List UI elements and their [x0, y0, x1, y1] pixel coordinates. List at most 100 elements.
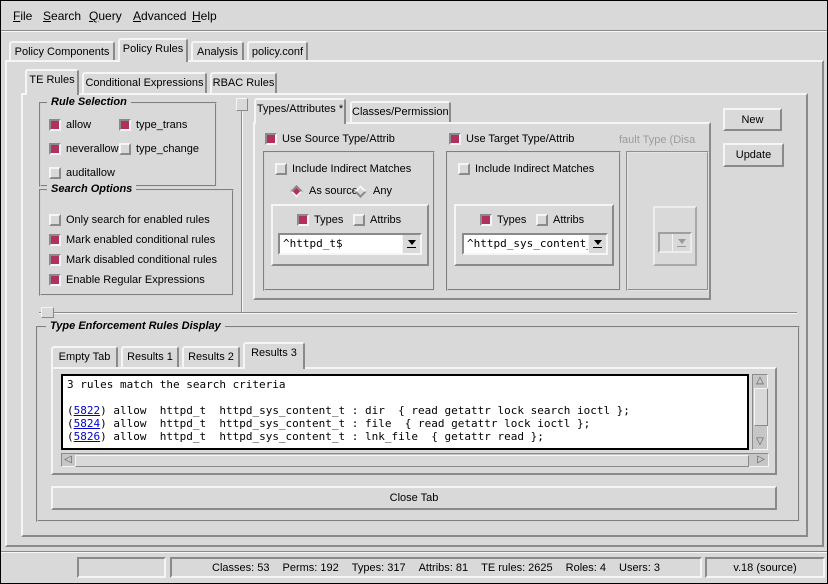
scrollbar-thumb[interactable]: [754, 388, 768, 426]
tab-conditional-expressions[interactable]: Conditional Expressions: [82, 72, 207, 93]
checkbox-use-source[interactable]: Use Source Type/Attrib: [265, 132, 395, 146]
checkbox-label: Types: [497, 214, 526, 226]
tab-te-rules[interactable]: TE Rules: [25, 69, 79, 95]
dropdown-arrow-icon[interactable]: [402, 235, 420, 253]
stat-perms: Perms: 192: [283, 562, 339, 574]
status-cell-empty: [77, 557, 166, 578]
stat-roles: Roles: 4: [566, 562, 606, 574]
checkbox-label: Types: [314, 214, 343, 226]
checkbox-indicator: [119, 143, 131, 155]
scroll-up-icon[interactable]: △: [754, 375, 766, 387]
tab-policy-rules[interactable]: Policy Rules: [118, 38, 188, 62]
checkbox-label: Enable Regular Expressions: [66, 274, 205, 286]
vertical-sash-handle[interactable]: [236, 98, 248, 111]
menu-search[interactable]: Search: [43, 9, 81, 23]
tab-types-attributes[interactable]: Types/Attributes *: [254, 98, 346, 124]
rule-number-link[interactable]: 5822: [74, 404, 101, 417]
default-type-label: fault Type (Disa: [619, 134, 708, 148]
menu-file[interactable]: File: [13, 9, 32, 23]
checkbox-target-types[interactable]: Types: [480, 213, 526, 227]
stat-types: Types: 317: [352, 562, 406, 574]
checkbox-label: Use Source Type/Attrib: [282, 133, 395, 145]
checkbox-type-change[interactable]: type_change: [119, 142, 199, 156]
checkbox-indicator: [297, 214, 309, 226]
horizontal-sash-handle[interactable]: [41, 307, 54, 318]
target-type-combobox[interactable]: ^httpd_sys_content_t$: [462, 233, 608, 255]
rule-number-link[interactable]: 5824: [74, 417, 101, 430]
stat-attribs: Attribs: 81: [419, 562, 469, 574]
results-summary: 3 rules match the search criteria: [67, 378, 743, 391]
vertical-sash[interactable]: [241, 98, 243, 312]
scroll-right-icon[interactable]: ▷: [755, 454, 767, 465]
tab-results-2[interactable]: Results 2: [182, 346, 240, 367]
results-horizontal-scrollbar[interactable]: ◁ ▷: [61, 453, 769, 467]
tab-analysis[interactable]: Analysis: [191, 41, 244, 60]
checkbox-indicator: [265, 133, 277, 145]
scroll-down-icon[interactable]: ▽: [754, 436, 766, 448]
rule-number-link[interactable]: 5826: [74, 430, 101, 443]
dropdown-arrow-icon[interactable]: [588, 235, 606, 253]
checkbox-only-enabled[interactable]: Only search for enabled rules: [49, 213, 210, 227]
checkbox-source-attribs[interactable]: Attribs: [353, 213, 401, 227]
version-label: v.18 (source): [733, 562, 796, 574]
close-tab-button[interactable]: Close Tab: [51, 486, 777, 510]
checkbox-label: Mark disabled conditional rules: [66, 254, 217, 266]
checkbox-label: neverallow: [66, 143, 119, 155]
checkbox-enable-regex[interactable]: Enable Regular Expressions: [49, 273, 205, 287]
tab-empty-tab[interactable]: Empty Tab: [51, 346, 118, 367]
scrollbar-thumb[interactable]: [75, 455, 749, 467]
checkbox-label: Use Target Type/Attrib: [466, 133, 574, 145]
results-vertical-scrollbar[interactable]: △ ▽: [752, 374, 768, 450]
tab-classes-permissions[interactable]: Classes/Permissions: [350, 101, 451, 122]
search-options-title: Search Options: [47, 183, 136, 195]
checkbox-target-indirect[interactable]: Include Indirect Matches: [458, 162, 594, 176]
checkbox-source-types[interactable]: Types: [297, 213, 343, 227]
checkbox-indicator: [458, 163, 470, 175]
source-type-value: ^httpd_t$: [280, 235, 402, 253]
checkbox-label: auditallow: [66, 167, 115, 179]
checkbox-use-target[interactable]: Use Target Type/Attrib: [449, 132, 574, 146]
radio-label: As source: [309, 185, 358, 197]
radio-label: Any: [373, 185, 392, 197]
tab-results-1[interactable]: Results 1: [121, 346, 179, 367]
checkbox-allow[interactable]: allow: [49, 118, 91, 132]
horizontal-sash[interactable]: [39, 312, 797, 314]
checkbox-label: type_trans: [136, 119, 187, 131]
checkbox-label: type_change: [136, 143, 199, 155]
rule-line: (5822) allow httpd_t httpd_sys_content_t…: [67, 404, 743, 417]
tab-results-3[interactable]: Results 3: [243, 342, 305, 369]
menu-help[interactable]: Help: [192, 9, 217, 23]
checkbox-label: allow: [66, 119, 91, 131]
radio-any[interactable]: Any: [353, 184, 392, 198]
checkbox-target-attribs[interactable]: Attribs: [536, 213, 584, 227]
checkbox-indicator: [49, 234, 61, 246]
menu-advanced[interactable]: Advanced: [133, 9, 186, 23]
checkbox-mark-disabled[interactable]: Mark disabled conditional rules: [49, 253, 217, 267]
menubar-separator: [1, 30, 827, 32]
scroll-left-icon[interactable]: ◁: [62, 454, 74, 465]
checkbox-type-trans[interactable]: type_trans: [119, 118, 187, 132]
tab-policy-conf[interactable]: policy.conf: [247, 41, 308, 60]
checkbox-indicator: [49, 143, 61, 155]
update-button[interactable]: Update: [723, 143, 784, 167]
checkbox-source-indirect[interactable]: Include Indirect Matches: [275, 162, 411, 176]
source-type-combobox[interactable]: ^httpd_t$: [278, 233, 422, 255]
checkbox-label: Include Indirect Matches: [475, 163, 594, 175]
radio-as-source[interactable]: As source: [289, 184, 358, 198]
apol-window: File Search Query Advanced Help Policy C…: [0, 0, 828, 584]
checkbox-indicator: [49, 119, 61, 131]
tab-rbac-rules[interactable]: RBAC Rules: [210, 72, 277, 93]
rule-line: (5824) allow httpd_t httpd_sys_content_t…: [67, 417, 743, 430]
menu-query[interactable]: Query: [89, 9, 122, 23]
radio-indicator: [290, 185, 303, 198]
status-cell-stats: Classes: 53 Perms: 192 Types: 317 Attrib…: [170, 557, 702, 578]
checkbox-neverallow[interactable]: neverallow: [49, 142, 119, 156]
checkbox-indicator: [49, 214, 61, 226]
new-button[interactable]: New: [723, 108, 782, 131]
checkbox-auditallow[interactable]: auditallow: [49, 166, 115, 180]
te-rules-display-title: Type Enforcement Rules Display: [46, 320, 225, 332]
checkbox-mark-enabled[interactable]: Mark enabled conditional rules: [49, 233, 215, 247]
checkbox-indicator: [49, 274, 61, 286]
tab-policy-components[interactable]: Policy Components: [9, 41, 115, 60]
results-text-area[interactable]: 3 rules match the search criteria (5822)…: [61, 374, 749, 450]
